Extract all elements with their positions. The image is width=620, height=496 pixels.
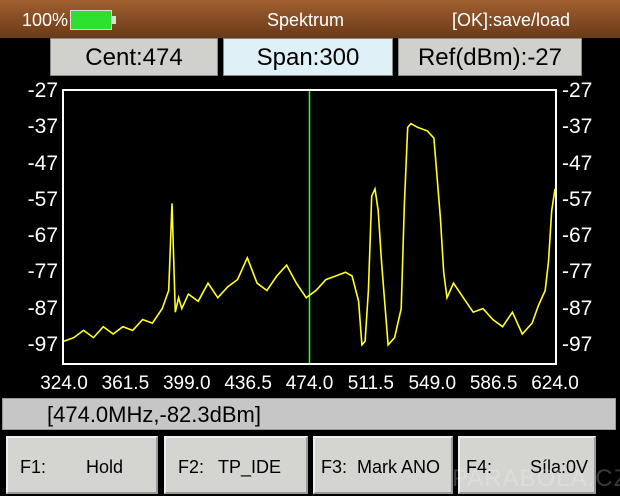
span-field[interactable]: Span:300 [223, 38, 393, 76]
f1-hold-button[interactable]: F1: Hold [6, 436, 158, 494]
y-tick-left: -87 [27, 296, 58, 320]
x-tick: 399.0 [162, 373, 211, 394]
center-frequency-field[interactable]: Cent:474 [50, 38, 218, 76]
watermark: PARABOLA.CZ [452, 465, 620, 492]
y-tick-left: -37 [27, 115, 58, 139]
f3-function-label: Mark ANO [357, 457, 441, 477]
y-tick-right: -67 [562, 224, 593, 248]
f1-function-label: Hold [86, 457, 124, 477]
x-tick: 624.0 [531, 373, 579, 394]
y-tick-left: -27 [27, 79, 58, 102]
marker-readout: [474.0MHz,-82.3dBm] [2, 398, 616, 430]
y-tick-left: -67 [27, 224, 58, 248]
ok-save-load-hint: [OK]:save/load [452, 10, 571, 30]
x-tick: 474.0 [285, 373, 334, 394]
x-tick: 511.5 [347, 373, 394, 394]
x-tick: 324.0 [40, 373, 88, 394]
f2-key-label: F2: [178, 457, 205, 477]
y-tick-left: -47 [27, 151, 58, 175]
x-tick: 549.0 [408, 373, 457, 394]
battery-icon [70, 10, 116, 30]
f2-tp-ide-button[interactable]: F2: TP_IDE [164, 436, 308, 494]
status-bar: 100% Spektrum [OK]:save/load [0, 0, 620, 38]
f3-mark-button[interactable]: F3: Mark ANO [313, 436, 453, 494]
screen-title: Spektrum [267, 10, 345, 30]
y-tick-right: -37 [562, 115, 593, 139]
y-tick-left: -97 [27, 332, 58, 356]
y-tick-right: -97 [562, 332, 593, 356]
reference-level-field[interactable]: Ref(dBm):-27 [398, 38, 582, 76]
y-tick-right: -57 [562, 187, 593, 211]
f1-key-label: F1: [20, 457, 47, 477]
spectrum-plot [62, 89, 557, 365]
y-tick-right: -27 [562, 79, 593, 102]
x-tick: 436.5 [224, 373, 272, 394]
y-tick-left: -57 [27, 187, 58, 211]
y-tick-right: -47 [562, 151, 593, 175]
f3-key-label: F3: [321, 457, 348, 477]
f2-function-label: TP_IDE [218, 457, 282, 477]
spectrum-chart [64, 91, 555, 363]
x-tick: 586.5 [469, 373, 518, 394]
battery-percent: 100% [22, 10, 69, 30]
y-tick-left: -77 [27, 260, 58, 284]
y-tick-right: -87 [562, 296, 593, 320]
x-tick: 361.5 [101, 373, 150, 394]
y-tick-right: -77 [562, 260, 593, 284]
